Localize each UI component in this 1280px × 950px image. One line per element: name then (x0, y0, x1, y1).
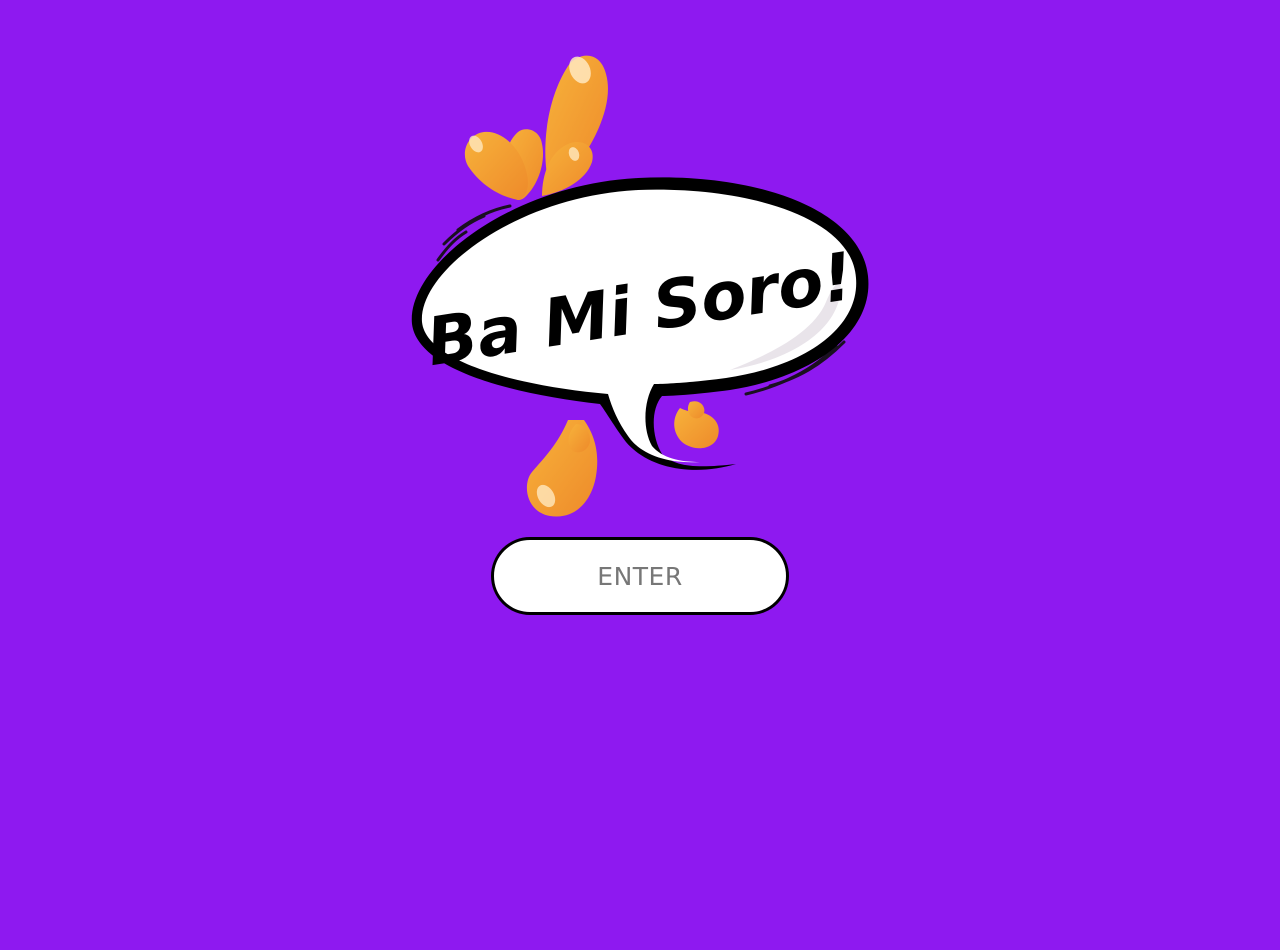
splash-drops-top (464, 55, 608, 200)
enter-button[interactable]: ENTER (491, 537, 789, 615)
speech-bubble-logo: Ba Mi Soro! (411, 55, 869, 517)
brand-logo: Ba Mi Soro! (400, 40, 880, 530)
enter-button-label: ENTER (597, 561, 683, 591)
